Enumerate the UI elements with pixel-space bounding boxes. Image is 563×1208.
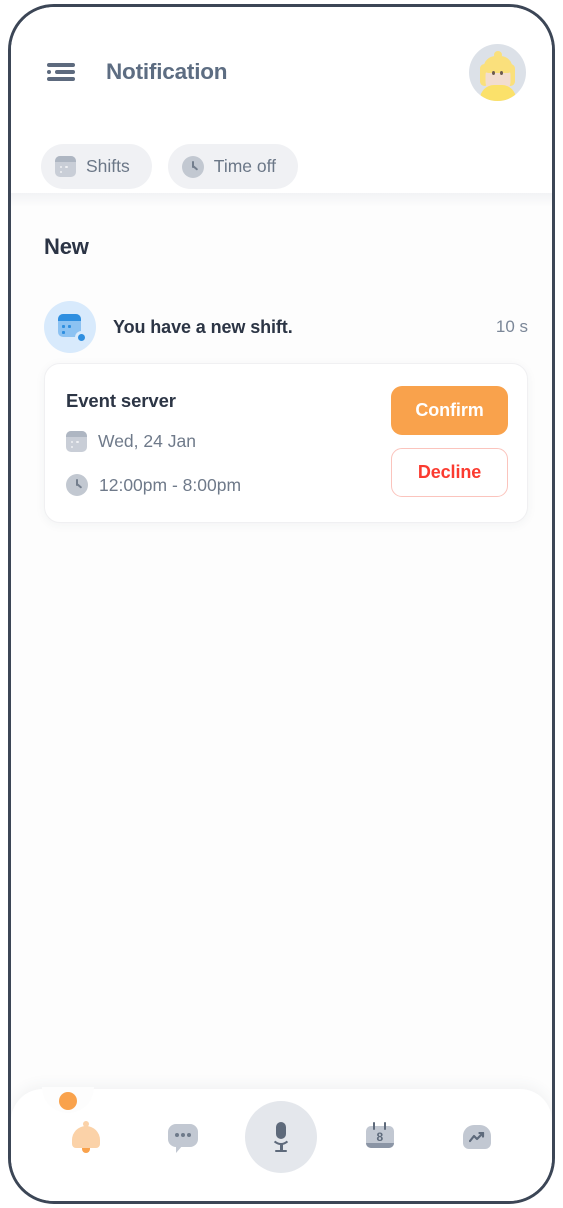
calendar-day-number: 8 xyxy=(376,1130,384,1144)
clock-icon xyxy=(66,474,88,496)
notification-message: You have a new shift. xyxy=(113,316,293,337)
event-date-row: Wed, 24 Jan xyxy=(66,431,196,452)
calendar-icon xyxy=(55,156,76,177)
tab-time-off-label: Time off xyxy=(213,156,277,176)
bell-icon xyxy=(71,1121,100,1153)
mic-icon xyxy=(270,1122,292,1152)
calendar-settings-icon xyxy=(44,301,96,353)
event-time: 12:00pm - 8:00pm xyxy=(99,474,242,495)
calendar-icon xyxy=(66,431,87,452)
app-header: Notification Shifts Time off xyxy=(11,7,552,193)
notification-timestamp: 10 s xyxy=(495,317,528,336)
page-title: Notification xyxy=(106,59,228,84)
filter-tabs: Shifts Time off xyxy=(41,144,299,189)
nav-item-insights[interactable] xyxy=(442,1102,512,1172)
nav-item-messages[interactable] xyxy=(148,1102,218,1172)
chart-icon xyxy=(463,1123,492,1151)
nav-item-notifications[interactable] xyxy=(51,1102,121,1172)
tab-time-off[interactable]: Time off xyxy=(167,144,299,189)
notification-item[interactable]: You have a new shift. 10 s xyxy=(44,300,528,354)
clock-icon xyxy=(181,155,204,178)
nav-item-voice[interactable] xyxy=(245,1101,318,1173)
hamburger-menu-icon[interactable] xyxy=(47,61,75,83)
decline-button[interactable]: Decline xyxy=(391,448,508,497)
content-area: New You have a new shift. 10 s Event ser… xyxy=(11,193,552,1201)
event-card: Event server Wed, 24 Jan 12:00pm - 8:00p… xyxy=(44,363,528,523)
chat-icon xyxy=(168,1122,199,1153)
calendar-icon: 8 xyxy=(365,1122,394,1152)
tab-shifts[interactable]: Shifts xyxy=(41,144,152,189)
app-screen: Notification Shifts Time off New You hav… xyxy=(11,7,552,1201)
event-title: Event server xyxy=(66,390,176,411)
avatar[interactable] xyxy=(469,43,526,101)
section-title-new: New xyxy=(44,234,89,259)
event-time-row: 12:00pm - 8:00pm xyxy=(66,474,241,496)
active-indicator-dot xyxy=(59,1092,77,1110)
bottom-navigation: 8 xyxy=(11,1087,552,1201)
confirm-button[interactable]: Confirm xyxy=(391,386,508,435)
nav-item-schedule[interactable]: 8 xyxy=(345,1102,415,1172)
phone-frame: Notification Shifts Time off New You hav… xyxy=(8,4,555,1204)
header-row: Notification xyxy=(11,41,552,103)
tab-shifts-label: Shifts xyxy=(86,156,130,176)
event-date: Wed, 24 Jan xyxy=(98,431,196,451)
